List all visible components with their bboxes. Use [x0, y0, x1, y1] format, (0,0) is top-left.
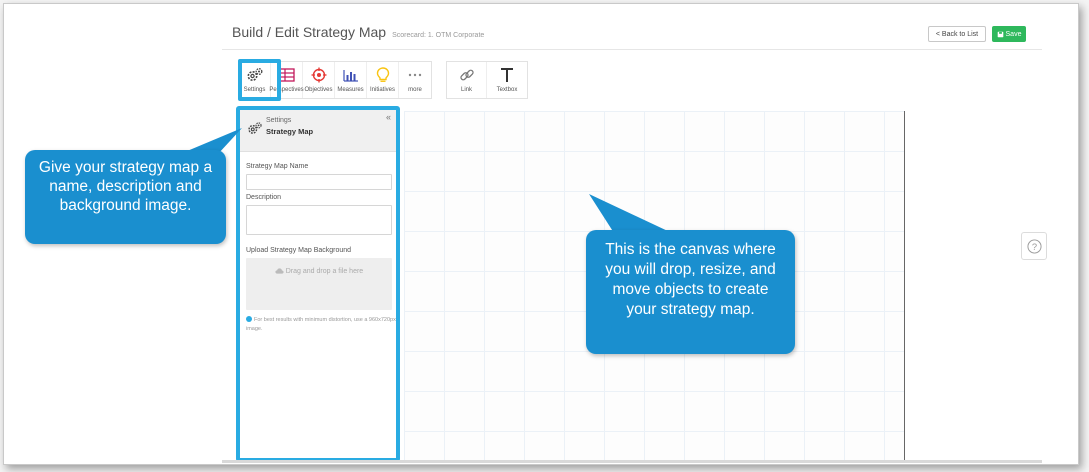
canvas-callout: This is the canvas where you will drop, … — [586, 230, 795, 354]
right-callout-pointer — [589, 194, 672, 233]
screenshot-frame: Build / Edit Strategy Map Scorecard: 1. … — [3, 3, 1079, 465]
left-callout: Give your strategy map a name, descripti… — [25, 150, 226, 244]
